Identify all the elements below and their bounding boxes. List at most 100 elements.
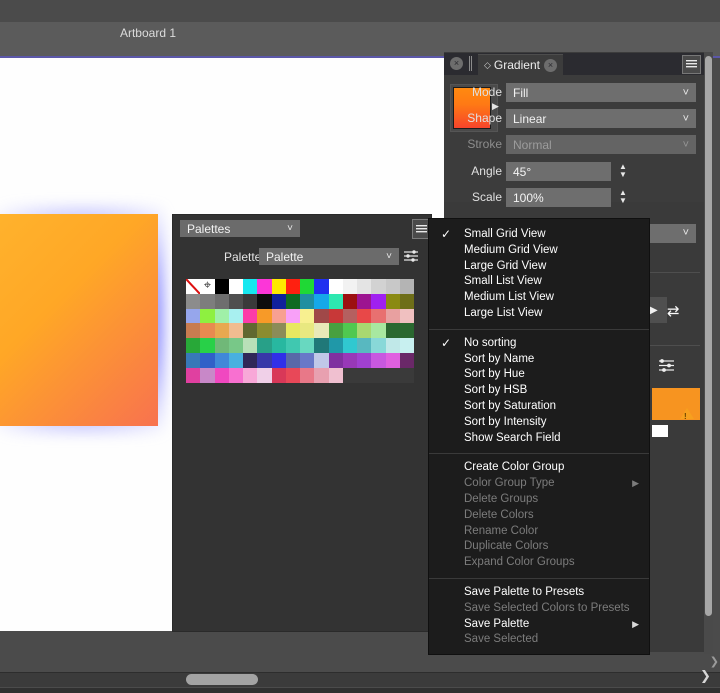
color-swatch[interactable]	[214, 352, 229, 368]
menu-item[interactable]: Sort by Name	[429, 352, 649, 368]
color-swatch[interactable]	[300, 352, 315, 368]
color-swatch[interactable]	[371, 352, 386, 368]
color-swatch[interactable]	[314, 323, 329, 339]
color-swatch[interactable]	[214, 367, 229, 383]
color-swatch[interactable]	[257, 279, 272, 294]
palettes-panel-selector[interactable]: Palettes ˅	[180, 220, 300, 237]
color-swatch[interactable]	[300, 367, 315, 383]
color-swatch[interactable]	[385, 279, 400, 294]
color-swatch[interactable]	[214, 323, 229, 339]
gradient-rectangle-shape[interactable]	[0, 214, 158, 426]
palette-select-combo[interactable]: Palette ˅	[259, 248, 399, 265]
gradient-scale-stepper[interactable]: ▲ ▼	[616, 189, 630, 206]
color-swatch[interactable]	[271, 367, 286, 383]
color-swatch[interactable]	[200, 308, 215, 324]
menu-item[interactable]: Sort by Hue	[429, 367, 649, 383]
color-swatch[interactable]	[357, 279, 372, 294]
color-swatch[interactable]	[186, 367, 201, 383]
color-swatch[interactable]	[314, 338, 329, 353]
dock-hamburger-icon[interactable]	[682, 55, 701, 74]
color-swatch[interactable]	[300, 308, 315, 324]
color-swatch[interactable]	[342, 293, 357, 309]
color-swatch[interactable]	[285, 293, 300, 309]
swatch-eyedropper[interactable]	[200, 277, 215, 294]
menu-item[interactable]: Small List View	[429, 274, 649, 290]
horizontal-scrollbar[interactable]	[0, 672, 720, 687]
color-swatch[interactable]	[342, 279, 357, 294]
color-swatch[interactable]	[243, 308, 258, 324]
color-swatch[interactable]	[257, 293, 272, 309]
color-swatch[interactable]	[214, 308, 229, 324]
color-swatch[interactable]	[385, 352, 400, 368]
color-swatch[interactable]	[243, 293, 258, 309]
color-swatch[interactable]	[371, 338, 386, 353]
color-swatch[interactable]	[328, 367, 343, 383]
color-swatch[interactable]	[186, 352, 201, 368]
color-swatch[interactable]	[328, 279, 343, 294]
color-swatch[interactable]	[357, 367, 372, 383]
color-swatch[interactable]	[257, 338, 272, 353]
menu-item[interactable]: Large List View	[429, 306, 649, 322]
swap-arrows-icon[interactable]: ⇄	[667, 302, 680, 320]
palette-swatch-grid[interactable]	[186, 277, 414, 383]
menu-item[interactable]: Sort by Saturation	[429, 399, 649, 415]
color-swatch[interactable]	[243, 323, 258, 339]
color-swatch[interactable]	[385, 323, 400, 339]
color-swatch[interactable]	[271, 323, 286, 339]
color-swatch[interactable]	[228, 338, 243, 353]
color-swatch[interactable]	[399, 338, 414, 353]
menu-item[interactable]: Medium List View	[429, 290, 649, 306]
menu-item[interactable]: ✓ Small Grid View	[429, 227, 649, 243]
color-swatch[interactable]	[271, 279, 286, 294]
tab-gradient[interactable]: ◇ Gradient ×	[478, 54, 563, 75]
menu-item[interactable]: Medium Grid View	[429, 243, 649, 259]
dock-vertical-scrollbar-thumb[interactable]	[705, 56, 712, 616]
color-swatch[interactable]	[200, 338, 215, 353]
menu-item[interactable]: Save Palette to Presets	[429, 585, 649, 601]
gradient-angle-input[interactable]: 45°	[506, 162, 611, 181]
color-swatch[interactable]	[186, 338, 201, 353]
color-swatch[interactable]	[271, 293, 286, 309]
color-swatch[interactable]	[314, 308, 329, 324]
sliders-icon[interactable]	[658, 358, 675, 377]
color-swatch[interactable]	[300, 323, 315, 339]
color-swatch[interactable]	[399, 293, 414, 309]
menu-item[interactable]: Sort by HSB	[429, 383, 649, 399]
color-swatch[interactable]	[214, 293, 229, 309]
color-swatch[interactable]	[357, 308, 372, 324]
color-swatch[interactable]	[257, 367, 272, 383]
color-swatch[interactable]	[300, 338, 315, 353]
color-swatch[interactable]	[285, 367, 300, 383]
menu-item[interactable]: Show Search Field	[429, 431, 649, 447]
color-swatch[interactable]	[200, 367, 215, 383]
color-swatch[interactable]	[328, 323, 343, 339]
color-swatch[interactable]	[243, 352, 258, 368]
color-swatch[interactable]	[214, 338, 229, 353]
color-swatch[interactable]	[314, 279, 329, 294]
color-swatch[interactable]	[328, 338, 343, 353]
color-swatch[interactable]	[399, 308, 414, 324]
expand-panel-chevron-icon[interactable]: ❯	[700, 668, 718, 684]
color-swatch[interactable]	[243, 279, 258, 294]
gradient-mode-combo[interactable]: Fill ˅	[506, 83, 696, 102]
palette-context-menu[interactable]: ✓ Small Grid View Medium Grid View Large Gr…	[428, 218, 650, 655]
tab-drag-handle[interactable]	[469, 56, 470, 71]
color-swatch[interactable]	[228, 279, 243, 294]
color-swatch[interactable]	[328, 293, 343, 309]
gradient-scale-input[interactable]: 100%	[506, 188, 611, 207]
color-swatch[interactable]	[357, 338, 372, 353]
color-swatch[interactable]	[243, 338, 258, 353]
color-swatch[interactable]	[228, 352, 243, 368]
color-swatch[interactable]	[257, 323, 272, 339]
color-swatch[interactable]	[357, 352, 372, 368]
color-swatch[interactable]	[328, 352, 343, 368]
color-swatch[interactable]	[399, 367, 414, 383]
color-swatch[interactable]	[371, 293, 386, 309]
color-swatch[interactable]	[385, 367, 400, 383]
color-swatch[interactable]	[186, 308, 201, 324]
color-swatch[interactable]	[300, 279, 315, 294]
color-swatch[interactable]	[228, 308, 243, 324]
color-swatch[interactable]	[385, 308, 400, 324]
color-swatch[interactable]	[357, 293, 372, 309]
color-swatch[interactable]	[285, 279, 300, 294]
